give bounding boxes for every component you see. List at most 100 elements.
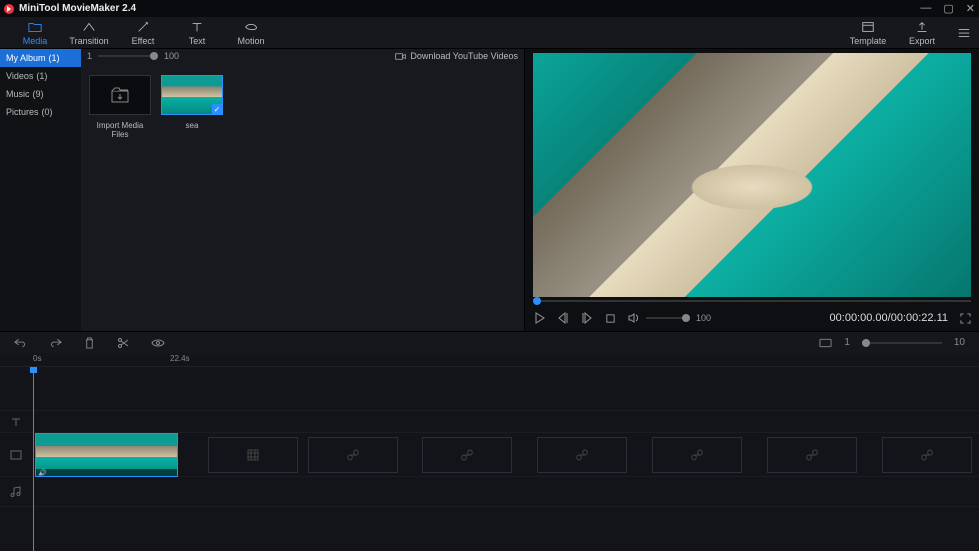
hamburger-icon: [957, 26, 971, 40]
folder-icon: [28, 20, 42, 34]
thumb-size-val: 100: [164, 51, 179, 61]
play-button[interactable]: [533, 312, 545, 324]
preview-canvas[interactable]: [533, 53, 971, 297]
track-body-empty[interactable]: [32, 367, 979, 410]
empty-slot[interactable]: [308, 437, 398, 473]
thumb-size-slider-thumb[interactable]: [150, 52, 158, 60]
preview-eye-button[interactable]: [151, 338, 165, 348]
text-icon: [190, 20, 204, 34]
track-spacer-top: [0, 367, 979, 411]
link-icon: [576, 449, 588, 461]
undo-button[interactable]: [14, 337, 27, 349]
minimize-button[interactable]: —: [920, 2, 931, 15]
empty-slot[interactable]: [882, 437, 972, 473]
import-media-thumb[interactable]: [89, 75, 151, 115]
redo-icon: [49, 337, 62, 349]
step-back-icon: [557, 312, 569, 324]
menu-button[interactable]: [957, 26, 971, 40]
volume-slider-thumb[interactable]: [682, 314, 690, 322]
empty-slot[interactable]: [652, 437, 742, 473]
clip-audio-icon: 🔊: [36, 469, 177, 476]
video-track: 🔊: [0, 433, 979, 477]
step-forward-button[interactable]: [581, 312, 593, 324]
seek-thumb[interactable]: [533, 297, 541, 305]
fit-icon: [819, 338, 832, 348]
scissors-icon: [117, 337, 129, 349]
fit-button[interactable]: [819, 338, 832, 348]
sidebar-item-count: (9): [33, 89, 44, 99]
tab-template[interactable]: Template: [841, 17, 895, 49]
timeline-clip[interactable]: 🔊: [35, 433, 178, 477]
sidebar-item-label: Music: [6, 89, 30, 99]
volume-value: 100: [696, 313, 711, 323]
transition-icon: [82, 20, 96, 34]
video-track-icon: [10, 449, 22, 461]
tab-text[interactable]: Text: [170, 17, 224, 49]
media-clip-card[interactable]: ✓ sea: [161, 75, 223, 139]
timeline-ruler[interactable]: 0s 22.4s: [0, 353, 979, 367]
delete-button[interactable]: [84, 337, 95, 349]
sidebar-item-videos[interactable]: Videos (1): [0, 67, 81, 85]
tab-transition[interactable]: Transition: [62, 17, 116, 49]
film-icon: [246, 448, 260, 462]
text-track-head: [0, 411, 32, 432]
sidebar-item-music[interactable]: Music (9): [0, 85, 81, 103]
main-toolbar: Media Transition Effect Text Motion Temp…: [0, 17, 979, 49]
volume-control: 100: [628, 312, 711, 324]
download-youtube-link[interactable]: Download YouTube Videos: [395, 51, 518, 61]
sidebar-item-label: Pictures: [6, 107, 39, 117]
text-track-body[interactable]: [32, 411, 979, 432]
empty-slot[interactable]: [537, 437, 627, 473]
media-clip-thumb[interactable]: ✓: [161, 75, 223, 115]
link-icon: [921, 449, 933, 461]
preview-frame: [533, 53, 971, 297]
tab-template-label: Template: [850, 36, 887, 46]
step-forward-icon: [581, 312, 593, 324]
tab-motion[interactable]: Motion: [224, 17, 278, 49]
sidebar-item-my-album[interactable]: My Album (1): [0, 49, 81, 67]
fullscreen-button[interactable]: [960, 313, 971, 324]
audio-track-body[interactable]: [32, 477, 979, 506]
media-library: 1 100 Download YouTube Videos Import Med…: [81, 49, 525, 331]
tab-media-label: Media: [23, 36, 48, 46]
preview-panel: 100 00:00:00.00/00:00:22.11: [525, 49, 979, 331]
volume-slider[interactable]: [646, 317, 690, 319]
video-track-body[interactable]: 🔊: [32, 433, 979, 476]
import-media-card[interactable]: Import Media Files: [89, 75, 151, 139]
video-track-head: [0, 433, 32, 476]
zoom-max: 10: [954, 337, 965, 348]
edit-toolbar: 1 10: [0, 331, 979, 353]
empty-slot[interactable]: [208, 437, 298, 473]
playhead[interactable]: [33, 367, 34, 551]
volume-icon: [628, 312, 640, 324]
sidebar-item-label: Videos: [6, 71, 33, 81]
seek-track[interactable]: [533, 300, 971, 302]
thumb-size-slider[interactable]: [98, 55, 158, 57]
sidebar-item-count: (1): [49, 53, 60, 63]
main-area: My Album (1) Videos (1) Music (9) Pictur…: [0, 49, 979, 331]
stop-button[interactable]: [605, 313, 616, 324]
zoom-slider[interactable]: [862, 342, 942, 344]
text-track-icon: [10, 416, 22, 428]
split-button[interactable]: [117, 337, 129, 349]
zoom-slider-thumb[interactable]: [862, 339, 870, 347]
tab-effect-label: Effect: [132, 36, 155, 46]
tab-transition-label: Transition: [69, 36, 108, 46]
link-icon: [461, 449, 473, 461]
tab-motion-label: Motion: [237, 36, 264, 46]
empty-slot[interactable]: [767, 437, 857, 473]
tab-export-label: Export: [909, 36, 935, 46]
empty-slot[interactable]: [422, 437, 512, 473]
maximize-button[interactable]: ▢: [943, 2, 953, 15]
link-icon: [691, 449, 703, 461]
volume-button[interactable]: [628, 312, 640, 324]
step-back-button[interactable]: [557, 312, 569, 324]
download-youtube-label: Download YouTube Videos: [410, 51, 518, 61]
tab-export[interactable]: Export: [895, 17, 949, 49]
tab-media[interactable]: Media: [8, 17, 62, 49]
seek-bar[interactable]: [533, 297, 971, 305]
sidebar-item-pictures[interactable]: Pictures (0): [0, 103, 81, 121]
redo-button[interactable]: [49, 337, 62, 349]
tab-effect[interactable]: Effect: [116, 17, 170, 49]
close-button[interactable]: ✕: [966, 2, 975, 15]
